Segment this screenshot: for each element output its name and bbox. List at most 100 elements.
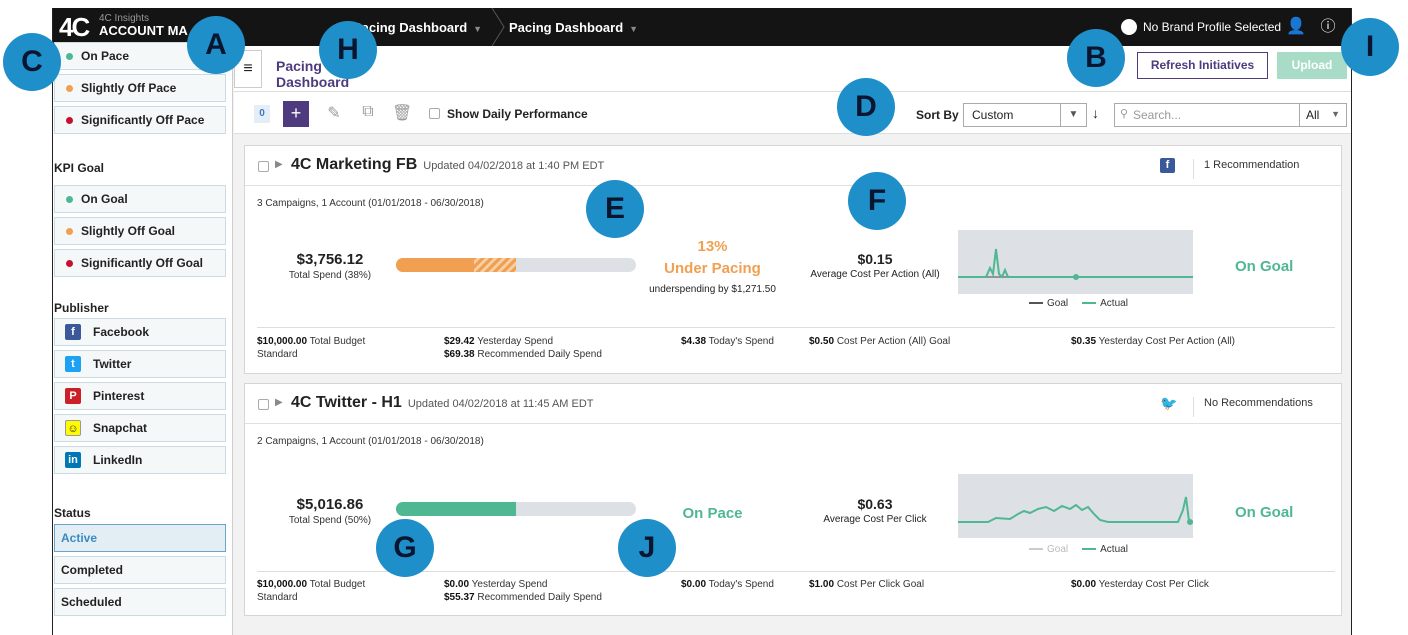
card-header: ▶ 4C Marketing FB Updated 04/02/2018 at 1… bbox=[245, 146, 1341, 186]
card-select-checkbox[interactable] bbox=[258, 399, 269, 410]
search-input[interactable]: ⚲ Search... bbox=[1114, 103, 1300, 127]
legend-actual: Actual bbox=[1100, 544, 1128, 555]
info-icon[interactable]: ⓘ bbox=[1317, 16, 1339, 38]
total-spend-label: Total Spend (38%) bbox=[288, 270, 372, 281]
sidebar-item-snapchat[interactable]: ☺ Snapchat bbox=[54, 414, 226, 442]
recommendation-count[interactable]: No Recommendations bbox=[1193, 397, 1313, 417]
breadcrumb-first[interactable]: Pacing Dashboard ▼ bbox=[353, 20, 482, 35]
card-title[interactable]: 4C Twitter - H1 Updated 04/02/2018 at 11:… bbox=[291, 394, 594, 412]
sub-header: ≡ Pacing Dashboard Refresh Initiatives U… bbox=[234, 46, 1351, 98]
facebook-icon: f bbox=[1160, 158, 1175, 173]
sidebar-item-significantly-off-goal[interactable]: Significantly Off Goal bbox=[54, 249, 226, 277]
pacing-status: On Pace bbox=[682, 505, 743, 522]
caret-down-icon: ▼ bbox=[473, 24, 483, 34]
kpi-trend-chart bbox=[958, 230, 1193, 294]
expand-triangle-icon[interactable]: ▶ bbox=[275, 159, 283, 170]
breadcrumb-second[interactable]: Pacing Dashboard ▼ bbox=[509, 20, 638, 35]
expand-triangle-icon[interactable]: ▶ bbox=[275, 397, 283, 408]
kpi-average-value: $0.15 bbox=[857, 251, 893, 267]
duplicate-icon[interactable]: ⧉ bbox=[358, 103, 378, 125]
spend-progress-bar bbox=[396, 258, 636, 272]
sort-select[interactable]: Custom ▼ bbox=[963, 103, 1087, 127]
show-daily-checkbox[interactable] bbox=[429, 108, 440, 119]
callout-badge: F bbox=[848, 172, 906, 230]
sidebar-item-significantly-off-pace[interactable]: Significantly Off Pace bbox=[54, 106, 226, 134]
kpi-average-value: $0.63 bbox=[857, 496, 893, 512]
recommendation-count[interactable]: 1 Recommendation bbox=[1193, 159, 1299, 179]
sidebar-item-linkedin[interactable]: in LinkedIn bbox=[54, 446, 226, 474]
callout-badge: C bbox=[3, 33, 61, 91]
sidebar-item-completed[interactable]: Completed bbox=[54, 556, 226, 584]
app-name[interactable]: 4C Insights ACCOUNT MA bbox=[99, 13, 188, 37]
sidebar-item-pinterest[interactable]: P Pinterest bbox=[54, 382, 226, 410]
filter-select[interactable]: All ▼ bbox=[1299, 103, 1347, 127]
user-icon[interactable]: 👤 bbox=[1285, 16, 1307, 38]
kpi-goal-label: Cost Per Action (All) Goal bbox=[836, 336, 951, 347]
recommended-spend-label: Recommended Daily Spend bbox=[477, 592, 602, 603]
sidebar-item-active[interactable]: Active bbox=[54, 524, 226, 552]
brand-profile-selector[interactable]: No Brand Profile Selected bbox=[1143, 20, 1281, 34]
actual-point bbox=[1073, 274, 1079, 280]
card-title-text: 4C Marketing FB bbox=[291, 156, 418, 173]
card-summary: 3 Campaigns, 1 Account (01/01/2018 - 06/… bbox=[257, 198, 484, 209]
twitter-icon: 🐦 bbox=[1160, 395, 1178, 411]
chevron-down-icon: ▼ bbox=[1060, 104, 1086, 126]
card-header: ▶ 4C Twitter - H1 Updated 04/02/2018 at 1… bbox=[245, 384, 1341, 424]
sort-direction-icon[interactable]: ↓ bbox=[1092, 105, 1099, 121]
edit-pencil-icon[interactable]: ✎ bbox=[324, 103, 344, 125]
kpi-goal-label: Cost Per Click Goal bbox=[836, 579, 925, 590]
sidebar-item-label: Completed bbox=[61, 563, 124, 577]
chart-legend: Goal Actual bbox=[1021, 298, 1128, 309]
card-title[interactable]: 4C Marketing FB Updated 04/02/2018 at 1:4… bbox=[291, 156, 604, 174]
budget-type: Standard bbox=[257, 349, 298, 360]
top-bar: 4C 4C Insights ACCOUNT MA Pacing Dashboa… bbox=[53, 8, 1351, 46]
pacing-note: underspending by $1,271.50 bbox=[649, 284, 776, 295]
initiative-card: ▶ 4C Twitter - H1 Updated 04/02/2018 at 1… bbox=[244, 383, 1342, 616]
kpi-goal-value: $1.00 bbox=[809, 579, 835, 590]
sidebar-item-label: Scheduled bbox=[61, 595, 122, 609]
sidebar-item-slightly-off-pace[interactable]: Slightly Off Pace bbox=[54, 74, 226, 102]
upload-button[interactable]: Upload bbox=[1277, 52, 1347, 79]
add-button[interactable]: + bbox=[283, 101, 309, 127]
twitter-icon: t bbox=[65, 356, 81, 372]
today-spend: $0.00 Today's Spend bbox=[681, 578, 774, 591]
initiative-card: ▶ 4C Marketing FB Updated 04/02/2018 at 1… bbox=[244, 145, 1342, 374]
spend-progress-fill bbox=[396, 502, 516, 516]
card-updated: Updated 04/02/2018 at 11:45 AM EDT bbox=[407, 398, 594, 410]
sort-select-value: Custom bbox=[972, 108, 1014, 122]
sidebar-item-slightly-off-goal[interactable]: Slightly Off Goal bbox=[54, 217, 226, 245]
sidebar-item-facebook[interactable]: f Facebook bbox=[54, 318, 226, 346]
total-spend: $3,756.12 Total Spend (38%) bbox=[265, 251, 395, 281]
search-icon: ⚲ bbox=[1120, 108, 1129, 120]
card-select-checkbox[interactable] bbox=[258, 161, 269, 172]
sidebar-item-label: Significantly Off Pace bbox=[81, 113, 205, 127]
card-updated: Updated 04/02/2018 at 1:40 PM EDT bbox=[423, 160, 605, 172]
sidebar-item-label: Slightly Off Goal bbox=[81, 224, 176, 238]
sidebar-item-scheduled[interactable]: Scheduled bbox=[54, 588, 226, 616]
snapchat-icon: ☺ bbox=[65, 420, 81, 436]
goal-swatch bbox=[1029, 548, 1043, 551]
actual-swatch bbox=[1082, 302, 1097, 305]
trash-icon[interactable]: 🗑 bbox=[392, 103, 412, 125]
logo[interactable]: 4C bbox=[59, 12, 90, 43]
actual-point bbox=[1187, 519, 1193, 525]
show-daily-label: Show Daily Performance bbox=[447, 107, 588, 121]
toolbar: 0 + ✎ ⧉ 🗑 Show Daily Performance Sort By… bbox=[234, 92, 1351, 134]
sidebar-item-label: LinkedIn bbox=[93, 453, 143, 467]
kpi-yesterday-value: $0.35 bbox=[1071, 336, 1097, 347]
sidebar-item-label: Facebook bbox=[93, 325, 150, 339]
total-spend-value: $5,016.86 bbox=[296, 496, 364, 513]
kpi-goal-value: $0.50 bbox=[809, 336, 835, 347]
callout-badge: E bbox=[586, 180, 644, 238]
actual-swatch bbox=[1082, 548, 1097, 551]
actual-line bbox=[958, 248, 1193, 279]
sidebar-item-label: Pinterest bbox=[93, 389, 145, 403]
status-dot-icon bbox=[66, 117, 73, 124]
refresh-initiatives-button[interactable]: Refresh Initiatives bbox=[1137, 52, 1268, 79]
sidebar-item-on-goal[interactable]: On Goal bbox=[54, 185, 226, 213]
total-budget: $10,000.00 Total Budget Standard bbox=[257, 578, 365, 604]
sidebar-item-twitter[interactable]: t Twitter bbox=[54, 350, 226, 378]
status-dot-icon bbox=[66, 53, 73, 60]
kpi-average-label: Average Cost Per Click bbox=[823, 514, 927, 525]
yesterday-spend: $0.00 Yesterday Spend $55.37 Recommended … bbox=[444, 578, 602, 604]
